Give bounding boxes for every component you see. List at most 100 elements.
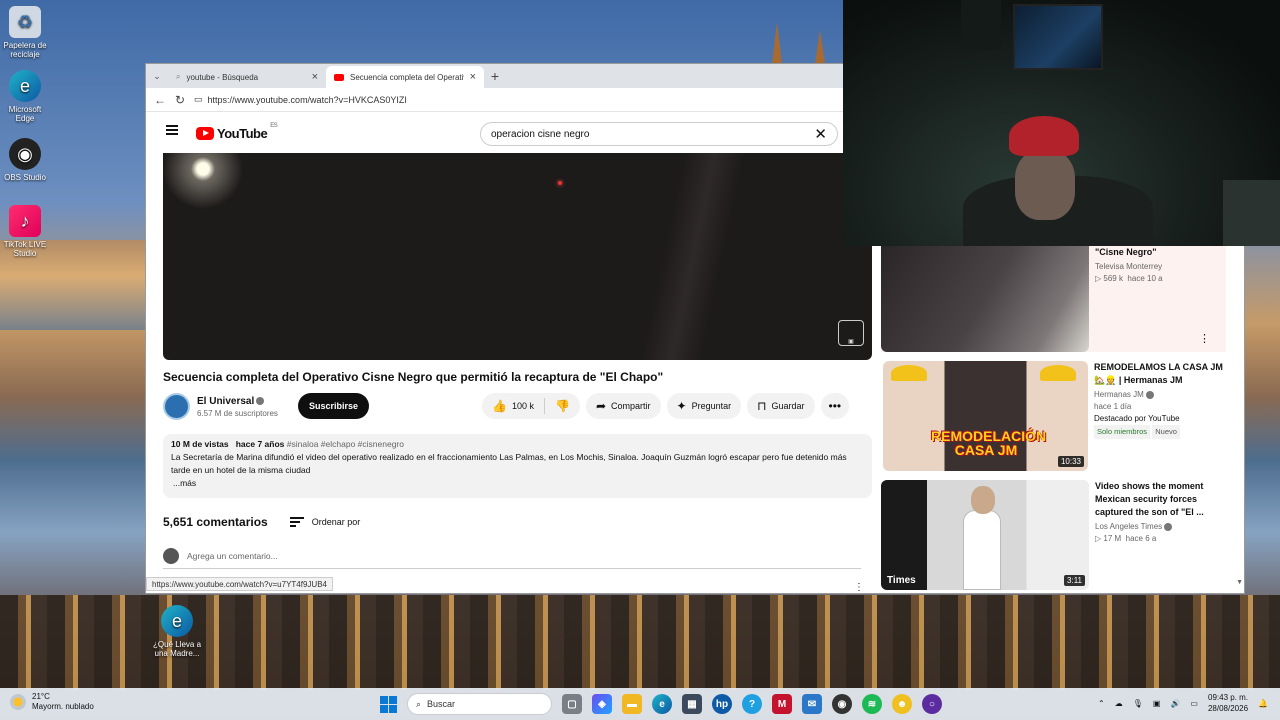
app-circle-icon[interactable]: ○ — [922, 694, 942, 714]
tv-screen-graphic — [1013, 4, 1103, 70]
sort-button[interactable]: Ordenar por — [289, 517, 360, 527]
desktop-icon-edge[interactable]: e Microsoft Edge — [2, 70, 48, 123]
dislike-button[interactable]: 👎 — [545, 393, 580, 419]
tab-close-icon[interactable]: × — [470, 71, 476, 83]
subscribe-button[interactable]: Suscribirse — [298, 393, 370, 419]
recommendation-title[interactable]: Video shows the moment Mexican security … — [1095, 480, 1226, 519]
person-face-graphic — [971, 486, 995, 514]
microphone-icon[interactable]: 🎙 — [1133, 699, 1143, 708]
back-arrow-icon[interactable]: ← — [154, 93, 166, 107]
verified-icon — [1145, 390, 1154, 399]
search-input[interactable]: operacion cisne negro ✕ — [480, 122, 838, 146]
new-tab-button[interactable]: + — [484, 68, 506, 84]
edge-icon: e — [9, 70, 41, 102]
desktop-icon-shortcut[interactable]: e ¿Qué Lleva a una Madre... — [152, 605, 202, 658]
more-vertical-icon[interactable]: ⋮ — [854, 582, 864, 593]
recommendation-channel[interactable]: Hermanas JM — [1094, 390, 1144, 399]
ask-button[interactable]: ✦ Preguntar — [666, 393, 742, 419]
person-graphic — [963, 510, 1001, 590]
file-explorer-icon[interactable]: ▬ — [622, 694, 642, 714]
hashtags[interactable]: #sinaloa #elchapo #cisnenegro — [287, 439, 404, 449]
system-tray: ⌃ ☁ 🎙 ▣ 🔊 ▭ 09:43 p. m. 28/08/2026 🔔 — [1098, 692, 1268, 714]
store-icon[interactable]: ▦ — [682, 694, 702, 714]
recommendation-item[interactable]: REMODELACIÓN CASA JM 10:33 REMODELAMOS L… — [883, 361, 1228, 471]
cloud-icon[interactable]: ☁ — [1115, 699, 1123, 708]
network-icon[interactable]: ▣ — [1153, 699, 1161, 708]
comment-count: 5,651 comentarios — [163, 515, 268, 529]
add-comment-input[interactable]: Agrega un comentario... — [163, 548, 861, 569]
recommendation-thumbnail[interactable]: REMODELACIÓN CASA JM 10:33 — [883, 361, 1088, 471]
desktop-icon-obs[interactable]: ◉ OBS Studio — [2, 138, 48, 182]
more-vertical-icon[interactable]: ⋮ — [1199, 332, 1210, 345]
save-button[interactable]: ⊓ Guardar — [747, 393, 815, 419]
weather-condition: Mayorm. nublado — [32, 702, 94, 711]
view-count: 10 M de vistas — [171, 439, 229, 449]
hp-icon[interactable]: hp — [712, 694, 732, 714]
channel-name[interactable]: El Universal — [197, 396, 254, 407]
search-icon: ⌕ — [176, 72, 181, 81]
recommendation-info: "Cisne Negro" Televisa Monterrey ▷ 569 k… — [1095, 246, 1163, 352]
recommendation-channel[interactable]: Televisa Monterrey — [1095, 261, 1163, 273]
app-icon[interactable]: ☻ — [892, 694, 912, 714]
channel-name-row[interactable]: El Universal — [197, 396, 278, 407]
description-box[interactable]: 10 M de vistas hace 7 años #sinaloa #elc… — [163, 434, 872, 498]
help-icon[interactable]: ? — [742, 694, 762, 714]
weather-widget[interactable]: 21°C Mayorm. nublado — [10, 692, 94, 712]
recommendation-item[interactable]: "Cisne Negro" Televisa Monterrey ▷ 569 k… — [881, 246, 1226, 352]
play-icon: ▷ — [1095, 274, 1102, 283]
date: 28/08/2026 — [1207, 704, 1249, 713]
tab-actions-chevron-icon[interactable]: ⌄ — [146, 71, 168, 82]
chevron-up-icon[interactable]: ⌃ — [1098, 699, 1105, 708]
video-player[interactable]: ▣ — [163, 153, 872, 360]
volume-icon[interactable]: 🔊 — [1170, 699, 1180, 708]
task-view-icon[interactable]: ▢ — [562, 694, 582, 714]
recommendation-thumbnail[interactable] — [881, 246, 1089, 352]
recommendation-title[interactable]: REMODELAMOS LA CASA JM 🏡👷 | Hermanas JM — [1094, 361, 1228, 387]
copilot-icon[interactable]: ◈ — [592, 694, 612, 714]
verified-icon — [1164, 522, 1173, 531]
more-actions-button[interactable]: ••• — [820, 393, 850, 419]
channel-avatar[interactable] — [163, 393, 190, 420]
youtube-icon — [334, 73, 344, 81]
url-field[interactable]: ▭ https://www.youtube.com/watch?v=HVKCAS… — [194, 94, 407, 105]
tab-youtube-search[interactable]: ⌕ youtube - Búsqueda × — [168, 66, 326, 88]
notifications-icon[interactable]: 🔔 — [1258, 699, 1268, 708]
user-avatar — [163, 548, 179, 564]
recommendation-thumbnail[interactable]: Times 3:11 — [881, 480, 1089, 590]
comment-placeholder: Agrega un comentario... — [187, 551, 278, 561]
desktop-icon-label: ¿Qué Lleva a una Madre... — [152, 640, 202, 658]
tab-video[interactable]: Secuencia completa del Operativo × — [326, 66, 484, 88]
recommendation-item[interactable]: Times 3:11 Video shows the moment Mexica… — [881, 480, 1226, 590]
mail-icon[interactable]: ✉ — [802, 694, 822, 714]
clock[interactable]: 09:43 p. m. 28/08/2026 — [1208, 692, 1248, 714]
desktop-icon-tiktok[interactable]: ♪ TikTok LIVE Studio — [2, 205, 48, 258]
taskbar-search-input[interactable]: ⌕ Buscar — [407, 693, 552, 715]
recommendation-title[interactable]: "Cisne Negro" — [1095, 246, 1163, 259]
desktop-icon-recycle-bin[interactable]: ♻ Papelera de reciclaje — [2, 6, 48, 59]
featured-label: Destacado por YouTube — [1094, 414, 1180, 423]
show-more-link[interactable]: ...más — [171, 477, 864, 490]
scroll-down-arrow-icon[interactable]: ▼ — [1236, 579, 1243, 586]
edge-icon[interactable]: e — [652, 694, 672, 714]
thumbs-up-icon: 👍 — [492, 399, 507, 413]
start-windows-icon[interactable] — [380, 695, 397, 713]
page-info-icon[interactable]: ▭ — [194, 94, 203, 105]
person-face-graphic — [1015, 150, 1075, 220]
like-button[interactable]: 👍 100 k — [482, 393, 544, 419]
tab-close-icon[interactable]: × — [312, 71, 318, 83]
battery-icon[interactable]: ▭ — [1190, 699, 1198, 708]
search-query: operacion cisne negro — [491, 128, 590, 140]
share-button[interactable]: ➦ Compartir — [585, 393, 661, 419]
channel-watermark-icon[interactable]: ▣ — [838, 320, 864, 346]
recommendation-channel[interactable]: Los Angeles Times — [1095, 522, 1162, 531]
mcafee-icon[interactable]: M — [772, 694, 792, 714]
menu-icon[interactable] — [166, 125, 178, 135]
spotify-icon[interactable]: ≋ — [862, 694, 882, 714]
more-horizontal-icon: ••• — [828, 399, 842, 413]
red-cap-graphic — [1009, 116, 1079, 156]
clear-search-icon[interactable]: ✕ — [814, 125, 827, 143]
reload-icon[interactable]: ↻ — [174, 93, 186, 107]
search-icon: ⌕ — [416, 698, 422, 709]
youtube-logo[interactable]: YouTube ES — [196, 123, 278, 141]
obs-icon[interactable]: ◉ — [832, 694, 852, 714]
